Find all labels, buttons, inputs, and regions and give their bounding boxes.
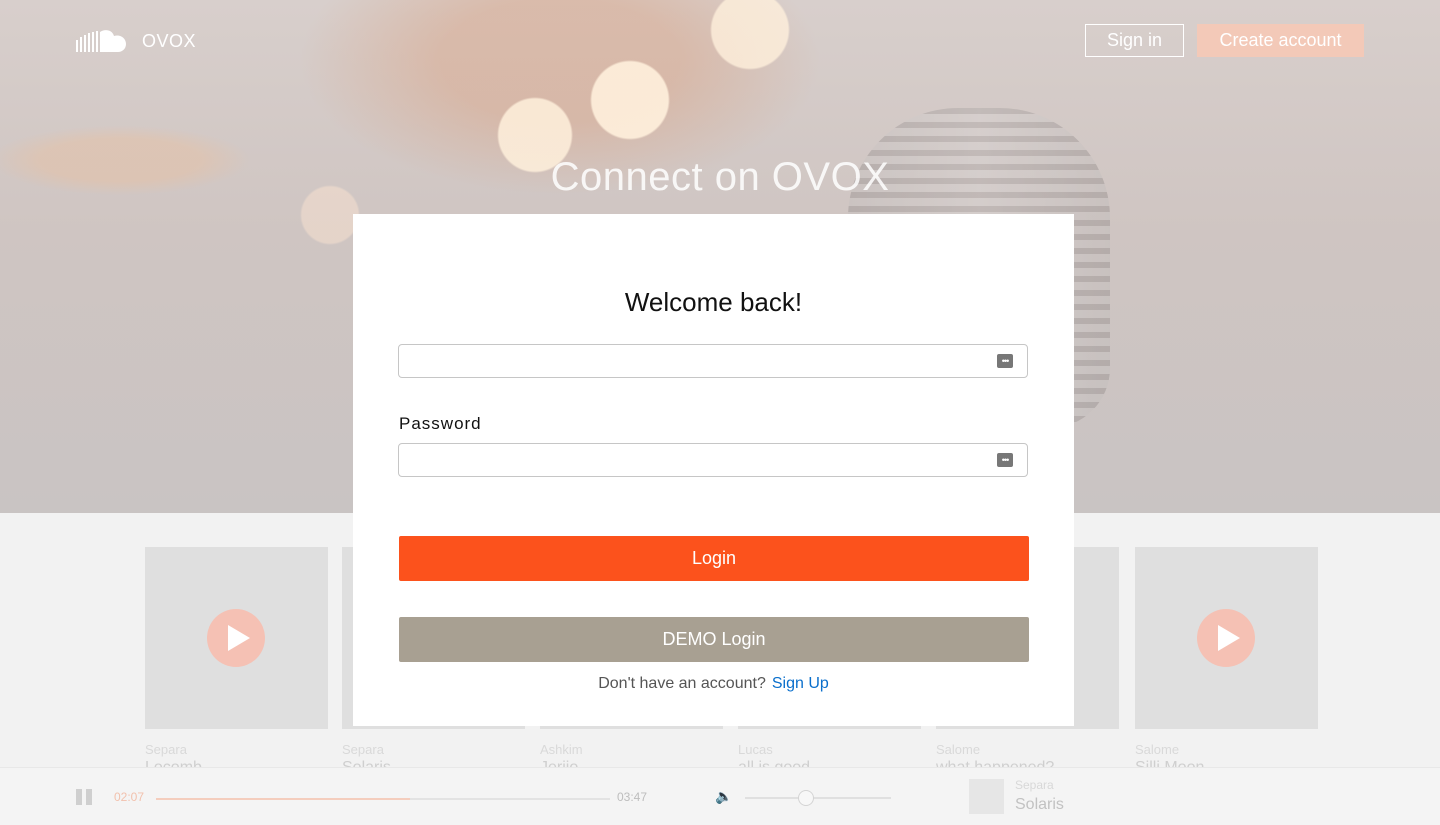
track-artist[interactable]: Ashkim: [540, 742, 723, 757]
progress-bar[interactable]: [156, 798, 610, 800]
signin-button[interactable]: Sign in: [1085, 24, 1184, 57]
volume-slider[interactable]: [745, 790, 891, 806]
demo-login-button[interactable]: DEMO Login: [399, 617, 1029, 662]
login-modal: Welcome back! ••• Password ••• Login DEM…: [353, 214, 1074, 726]
password-manager-icon[interactable]: •••: [997, 354, 1013, 368]
track-artist[interactable]: Lucas: [738, 742, 921, 757]
password-field[interactable]: •••: [398, 443, 1028, 477]
password-input[interactable]: [409, 445, 993, 477]
track-artist[interactable]: Separa: [145, 742, 328, 757]
track-artwork[interactable]: [145, 547, 328, 729]
track-card[interactable]: Separa Locomb: [145, 547, 328, 777]
volume-knob[interactable]: [797, 790, 814, 806]
signup-prompt: Don't have an account? Sign Up: [353, 675, 1074, 693]
current-time: 02:07: [114, 790, 145, 804]
password-manager-icon[interactable]: •••: [997, 453, 1013, 467]
username-input[interactable]: [409, 346, 993, 378]
hero-title: Connect on OVOX: [550, 155, 890, 199]
track-artist[interactable]: Separa: [342, 742, 525, 757]
modal-title: Welcome back!: [624, 287, 803, 317]
create-account-button[interactable]: Create account: [1197, 24, 1364, 57]
track-artist[interactable]: Salome: [1135, 742, 1318, 757]
volume-icon[interactable]: 🔈: [715, 788, 732, 805]
play-icon[interactable]: [207, 609, 265, 667]
now-playing-title[interactable]: Solaris: [1015, 796, 1064, 814]
play-icon[interactable]: [1197, 609, 1255, 667]
track-artwork[interactable]: [1135, 547, 1318, 729]
player-bar: 02:07 03:47 🔈 Separa Solaris: [0, 767, 1440, 825]
total-time: 03:47: [617, 790, 648, 804]
now-playing-artist[interactable]: Separa: [1015, 778, 1054, 792]
login-button[interactable]: Login: [399, 536, 1029, 581]
password-label: Password: [399, 414, 482, 433]
logo-text: OVOX: [142, 30, 197, 51]
track-artist[interactable]: Salome: [936, 742, 1119, 757]
signup-link[interactable]: Sign Up: [772, 675, 829, 692]
no-account-text: Don't have an account?: [598, 675, 766, 692]
pause-icon[interactable]: [76, 789, 92, 805]
logo[interactable]: OVOX: [76, 28, 196, 54]
progress-fill: [156, 798, 411, 800]
now-playing-artwork[interactable]: [969, 779, 1004, 814]
track-card[interactable]: Salome Silli Moon: [1135, 547, 1318, 777]
username-field[interactable]: •••: [398, 344, 1028, 378]
soundcloud-cloud-icon: [76, 30, 126, 52]
